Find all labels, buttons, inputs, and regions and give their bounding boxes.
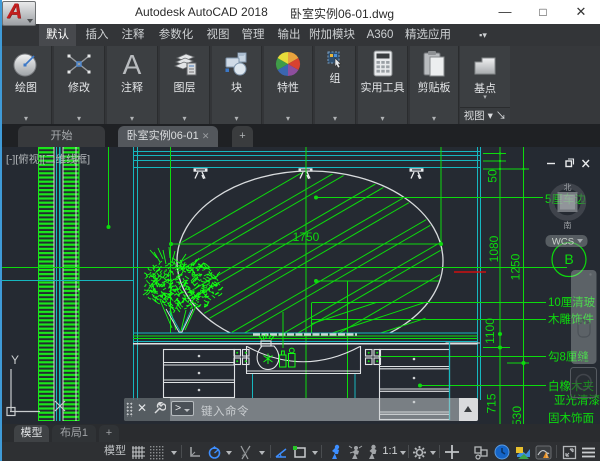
svg-text:Y: Y <box>11 353 19 367</box>
svg-text:A: A <box>123 49 142 79</box>
svg-text:WCS: WCS <box>552 237 574 248</box>
svg-text:[-][俯视][二维线框]: [-][俯视][二维线框] <box>6 153 90 166</box>
svg-text:715: 715 <box>485 393 499 413</box>
svg-text:530: 530 <box>510 406 524 424</box>
svg-text:北: 北 <box>564 183 572 192</box>
svg-text:固木饰面: 固木饰面 <box>548 411 594 424</box>
svg-text:1750: 1750 <box>293 230 320 244</box>
svg-text:1100: 1100 <box>483 318 497 344</box>
svg-text:50: 50 <box>486 169 500 183</box>
svg-text:1080: 1080 <box>487 235 501 262</box>
svg-text:1250: 1250 <box>509 253 523 280</box>
svg-text:南: 南 <box>564 220 572 230</box>
svg-text:B: B <box>564 251 573 267</box>
